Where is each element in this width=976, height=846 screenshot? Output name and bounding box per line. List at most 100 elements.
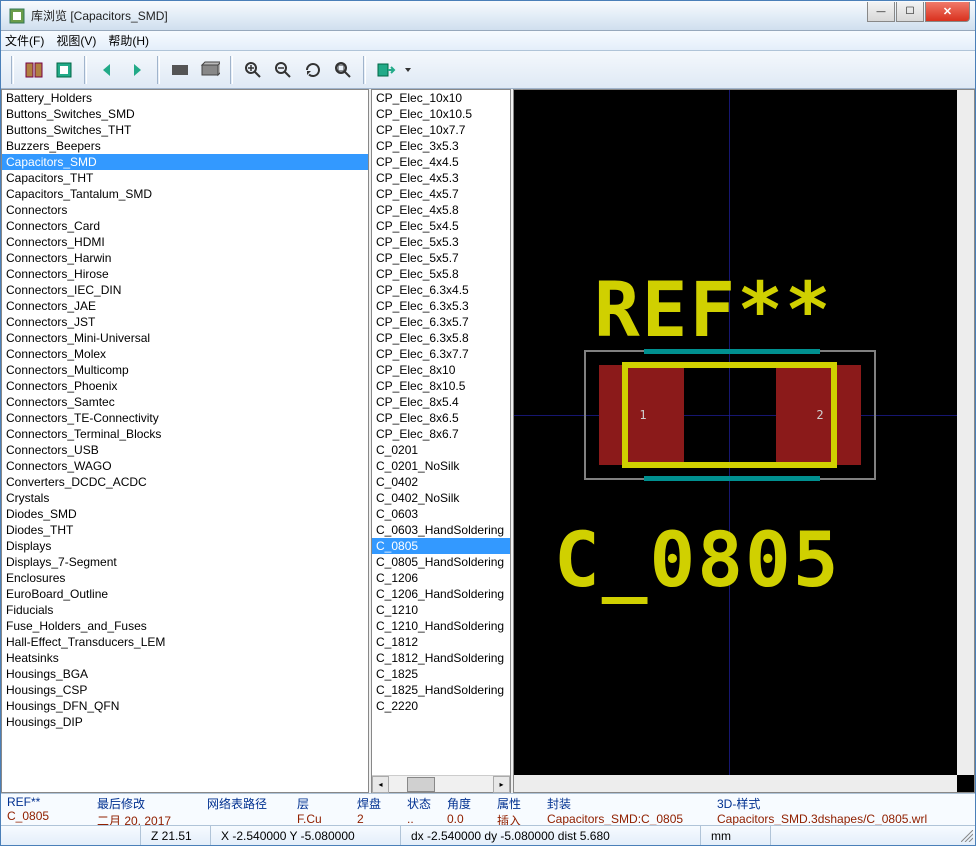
footprint-hscroll[interactable]: ◂ ▸ [372,775,510,792]
library-item[interactable]: Housings_BGA [2,666,368,682]
display-options-button[interactable] [166,56,194,84]
resize-grip-icon[interactable] [957,828,975,844]
footprint-item[interactable]: CP_Elec_5x4.5 [372,218,510,234]
footprint-list-button[interactable] [50,56,78,84]
footprint-item[interactable]: CP_Elec_6.3x5.8 [372,330,510,346]
refresh-button[interactable] [299,56,327,84]
library-item[interactable]: Connectors_Samtec [2,394,368,410]
library-item[interactable]: Connectors [2,202,368,218]
zoom-out-button[interactable] [269,56,297,84]
library-item[interactable]: Connectors_TE-Connectivity [2,410,368,426]
menu-help[interactable]: 帮助(H) [108,32,149,49]
library-item[interactable]: Displays_7-Segment [2,554,368,570]
scroll-right-button[interactable]: ▸ [493,776,510,793]
footprint-item[interactable]: C_2220 [372,698,510,714]
footprint-item[interactable]: C_0603 [372,506,510,522]
library-item[interactable]: Connectors_WAGO [2,458,368,474]
scroll-left-button[interactable]: ◂ [372,776,389,793]
export-dropdown[interactable] [402,56,414,84]
footprint-item[interactable]: CP_Elec_8x6.7 [372,426,510,442]
footprint-item[interactable]: CP_Elec_8x5.4 [372,394,510,410]
footprint-item[interactable]: C_1206_HandSoldering [372,586,510,602]
footprint-item[interactable]: C_1206 [372,570,510,586]
library-item[interactable]: Capacitors_SMD [2,154,368,170]
footprint-item[interactable]: CP_Elec_8x10 [372,362,510,378]
export-button[interactable] [372,56,400,84]
library-item[interactable]: Crystals [2,490,368,506]
library-item[interactable]: Buttons_Switches_SMD [2,106,368,122]
library-item[interactable]: Enclosures [2,570,368,586]
footprint-item[interactable]: CP_Elec_4x5.7 [372,186,510,202]
footprint-item[interactable]: CP_Elec_4x5.8 [372,202,510,218]
library-item[interactable]: Diodes_THT [2,522,368,538]
scroll-thumb[interactable] [407,777,435,792]
footprint-item[interactable]: C_1825_HandSoldering [372,682,510,698]
library-item[interactable]: Heatsinks [2,650,368,666]
library-item[interactable]: Converters_DCDC_ACDC [2,474,368,490]
footprint-item[interactable]: CP_Elec_4x4.5 [372,154,510,170]
footprint-item[interactable]: CP_Elec_10x10 [372,90,510,106]
footprint-item[interactable]: CP_Elec_6.3x5.3 [372,298,510,314]
prev-button[interactable] [93,56,121,84]
library-item[interactable]: Connectors_HDMI [2,234,368,250]
library-item[interactable]: Connectors_USB [2,442,368,458]
library-item[interactable]: Buttons_Switches_THT [2,122,368,138]
library-item[interactable]: Connectors_Terminal_Blocks [2,426,368,442]
footprint-item[interactable]: C_1210_HandSoldering [372,618,510,634]
library-item[interactable]: Connectors_Hirose [2,266,368,282]
footprint-item[interactable]: CP_Elec_4x5.3 [372,170,510,186]
footprint-item[interactable]: C_1825 [372,666,510,682]
maximize-button[interactable] [896,2,924,22]
zoom-fit-button[interactable] [329,56,357,84]
library-item[interactable]: Connectors_Multicomp [2,362,368,378]
menu-file[interactable]: 文件(F) [5,32,44,49]
library-item[interactable]: Hall-Effect_Transducers_LEM [2,634,368,650]
library-list-button[interactable] [20,56,48,84]
library-item[interactable]: Connectors_JST [2,314,368,330]
footprint-item[interactable]: C_0805_HandSoldering [372,554,510,570]
footprint-item[interactable]: C_0603_HandSoldering [372,522,510,538]
footprint-item[interactable]: CP_Elec_10x10.5 [372,106,510,122]
library-item[interactable]: Connectors_JAE [2,298,368,314]
footprint-item[interactable]: C_0201_NoSilk [372,458,510,474]
library-list[interactable]: Battery_HoldersButtons_Switches_SMDButto… [1,89,369,793]
footprint-item[interactable]: CP_Elec_6.3x5.7 [372,314,510,330]
footprint-item[interactable]: CP_Elec_5x5.8 [372,266,510,282]
close-button[interactable] [925,2,970,22]
footprint-item[interactable]: C_0402 [372,474,510,490]
library-item[interactable]: Connectors_Phoenix [2,378,368,394]
zoom-in-button[interactable] [239,56,267,84]
library-item[interactable]: Connectors_Harwin [2,250,368,266]
next-button[interactable] [123,56,151,84]
preview-canvas[interactable]: REF** 1 2 C_0805 [513,89,975,793]
footprint-item[interactable]: CP_Elec_6.3x7.7 [372,346,510,362]
footprint-item[interactable]: CP_Elec_8x6.5 [372,410,510,426]
library-item[interactable]: Connectors_Molex [2,346,368,362]
library-item[interactable]: Capacitors_THT [2,170,368,186]
library-item[interactable]: Fuse_Holders_and_Fuses [2,618,368,634]
library-item[interactable]: Connectors_Card [2,218,368,234]
library-item[interactable]: Battery_Holders [2,90,368,106]
footprint-item[interactable]: C_0201 [372,442,510,458]
footprint-item[interactable]: CP_Elec_10x7.7 [372,122,510,138]
minimize-button[interactable] [867,2,895,22]
footprint-item[interactable]: C_1210 [372,602,510,618]
footprint-item[interactable]: C_1812_HandSoldering [372,650,510,666]
footprint-list[interactable]: CP_Elec_10x10CP_Elec_10x10.5CP_Elec_10x7… [372,90,510,775]
library-item[interactable]: Connectors_Mini-Universal [2,330,368,346]
canvas-hscroll[interactable] [514,775,957,792]
library-item[interactable]: Buzzers_Beepers [2,138,368,154]
library-item[interactable]: Housings_DFN_QFN [2,698,368,714]
footprint-item[interactable]: C_0402_NoSilk [372,490,510,506]
footprint-item[interactable]: CP_Elec_5x5.3 [372,234,510,250]
footprint-item[interactable]: C_1812 [372,634,510,650]
footprint-item[interactable]: CP_Elec_8x10.5 [372,378,510,394]
library-item[interactable]: Fiducials [2,602,368,618]
footprint-item[interactable]: CP_Elec_6.3x4.5 [372,282,510,298]
footprint-item[interactable]: C_0805 [372,538,510,554]
footprint-item[interactable]: CP_Elec_3x5.3 [372,138,510,154]
library-item[interactable]: Connectors_IEC_DIN [2,282,368,298]
library-item[interactable]: Capacitors_Tantalum_SMD [2,186,368,202]
menu-view[interactable]: 视图(V) [56,32,96,49]
library-item[interactable]: EuroBoard_Outline [2,586,368,602]
